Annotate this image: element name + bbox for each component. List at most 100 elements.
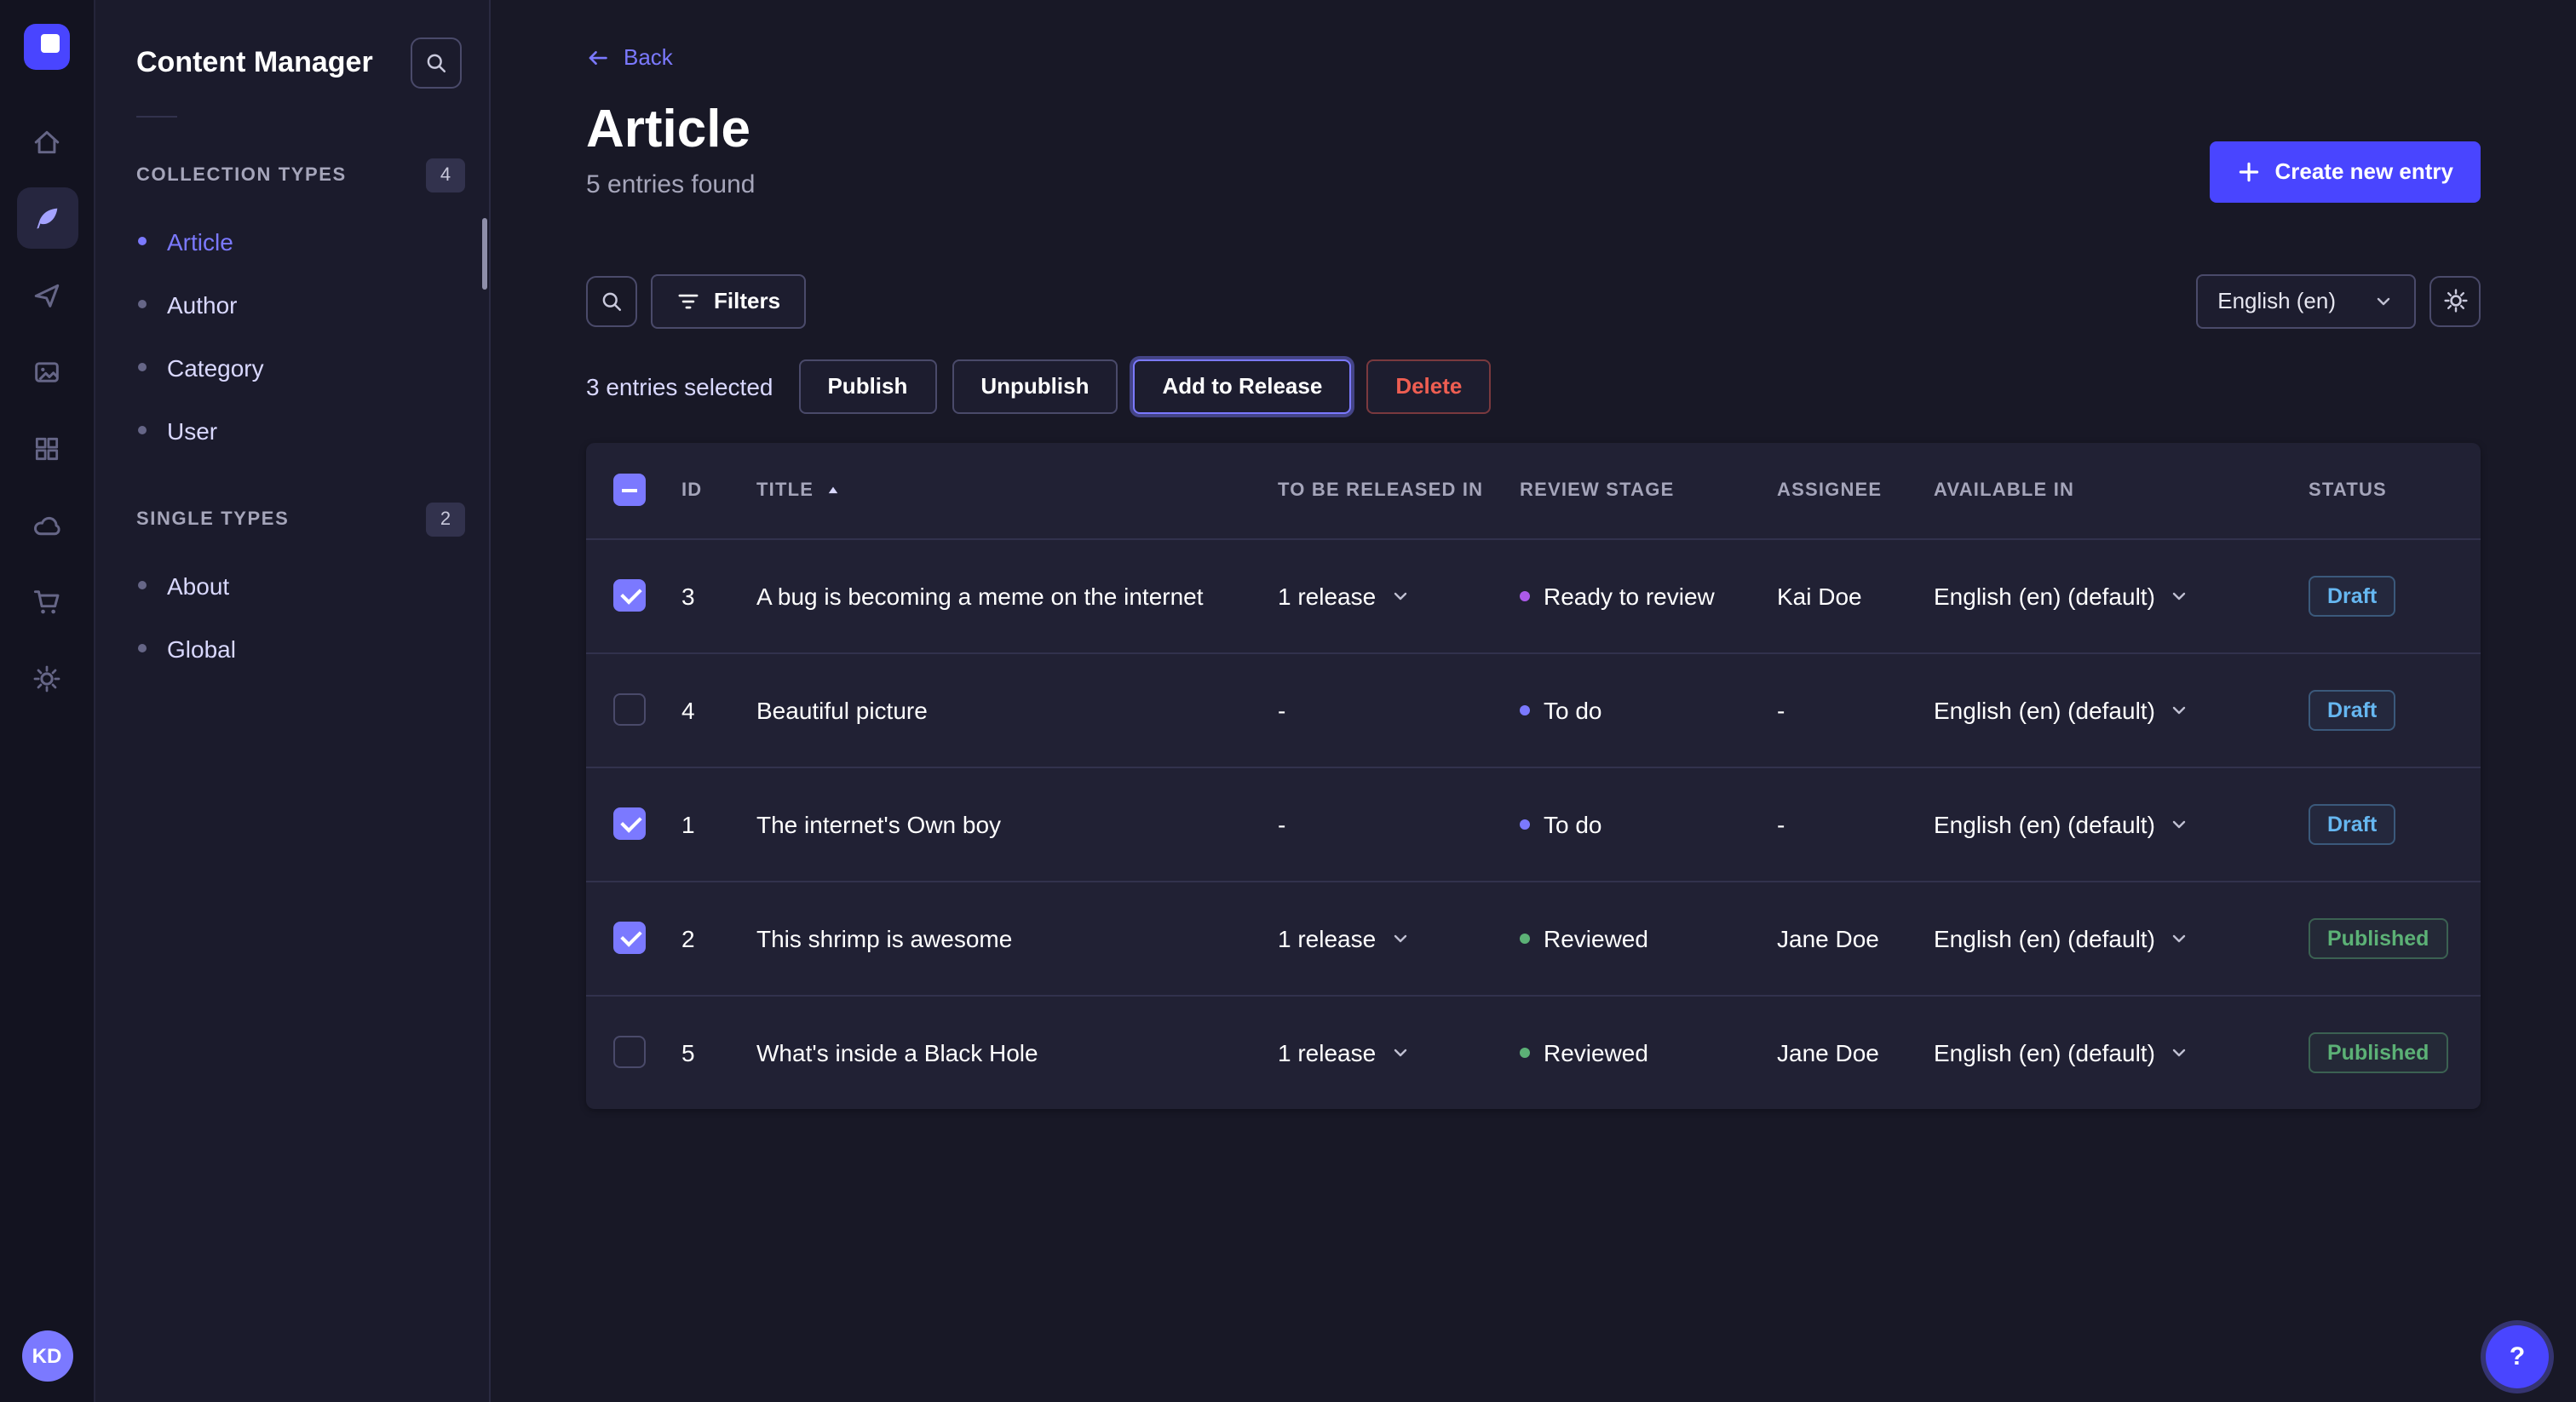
cell-release[interactable]: - [1278,696,1520,723]
selection-bar: 3 entries selected Publish Unpublish Add… [586,359,2481,413]
column-header-id[interactable]: ID [681,480,756,500]
row-checkbox[interactable] [613,1036,646,1068]
toolbar: Filters English (en) [586,273,2481,328]
bullet-icon [138,426,147,434]
cell-review-stage: Reviewed [1520,1038,1777,1066]
cell-locale[interactable]: English (en) (default) [1934,810,2309,837]
cell-locale[interactable]: English (en) (default) [1934,924,2309,951]
cloud-icon[interactable] [16,494,78,555]
search-button[interactable] [586,275,637,326]
main-content: Back Article 5 entries found Create new … [491,0,2576,1402]
cell-review-stage: Ready to review [1520,582,1777,609]
help-button[interactable]: ? [2486,1325,2549,1388]
cell-assignee: - [1777,810,1934,837]
cell-assignee: - [1777,696,1934,723]
table-row[interactable]: 3 A bug is becoming a meme on the intern… [586,537,2481,652]
sidebar-search-button[interactable] [411,37,462,89]
bullet-icon [138,237,147,245]
unpublish-button[interactable]: Unpublish [952,359,1118,413]
cell-title: This shrimp is awesome [756,924,1278,951]
status-badge: Published [2309,1031,2447,1072]
create-entry-button[interactable]: Create new entry [2210,141,2481,202]
stage-dot-icon [1520,819,1530,829]
chevron-down-icon[interactable] [2169,928,2189,948]
sidebar-divider [136,116,177,118]
sidebar-item-global[interactable]: Global [95,617,489,680]
select-all-checkbox[interactable] [613,474,646,506]
marketplace-icon[interactable] [16,571,78,632]
chevron-down-icon[interactable] [2169,813,2189,834]
cell-release[interactable]: 1 release [1278,1038,1520,1066]
cell-title: A bug is becoming a meme on the internet [756,582,1278,609]
table-row[interactable]: 4 Beautiful picture - To do - English (e… [586,652,2481,766]
media-library-icon[interactable] [16,341,78,402]
column-header-available-in[interactable]: AVAILABLE IN [1934,480,2309,500]
chevron-down-icon[interactable] [1389,1042,1410,1062]
content-type-builder-icon[interactable] [16,417,78,479]
chevron-down-icon[interactable] [2169,699,2189,720]
row-checkbox[interactable] [613,693,646,726]
cell-release[interactable]: - [1278,810,1520,837]
cell-title: Beautiful picture [756,696,1278,723]
sidebar-item-author[interactable]: Author [95,273,489,336]
cell-id: 1 [681,810,756,837]
status-badge: Draft [2309,803,2395,844]
chevron-down-icon[interactable] [2169,585,2189,606]
status-badge: Published [2309,917,2447,958]
content-manager-icon[interactable] [16,187,78,249]
chevron-down-icon [2373,290,2394,311]
add-to-release-button[interactable]: Add to Release [1133,359,1351,413]
strapi-logo-icon[interactable] [24,24,70,70]
chevron-down-icon[interactable] [1389,585,1410,606]
back-link[interactable]: Back [586,44,673,70]
plus-icon [2237,159,2261,183]
cell-assignee: Jane Doe [1777,1038,1934,1066]
section-count-badge: 4 [426,158,465,192]
column-header-assignee[interactable]: ASSIGNEE [1777,480,1934,500]
single-types-section: SINGLE TYPES 2 About Global [95,503,489,680]
table-row[interactable]: 2 This shrimp is awesome 1 release Revie… [586,880,2481,994]
publish-button[interactable]: Publish [798,359,936,413]
cell-locale[interactable]: English (en) (default) [1934,696,2309,723]
page-header: Article 5 entries found [586,100,756,202]
section-count-badge: 2 [426,503,465,537]
locale-select[interactable]: English (en) [2195,273,2416,328]
column-header-review-stage[interactable]: REVIEW STAGE [1520,480,1777,500]
row-checkbox[interactable] [613,922,646,954]
column-header-title[interactable]: TITLE [756,480,1278,500]
user-avatar[interactable]: KD [21,1330,72,1382]
status-badge: Draft [2309,575,2395,616]
cell-release[interactable]: 1 release [1278,582,1520,609]
entries-table: ID TITLE TO BE RELEASED IN REVIEW STAGE … [586,442,2481,1108]
stage-dot-icon [1520,933,1530,943]
collection-types-section: COLLECTION TYPES 4 Article Author Catego… [95,158,489,462]
delete-button[interactable]: Delete [1366,359,1491,413]
sidebar-item-category[interactable]: Category [95,336,489,399]
cell-locale[interactable]: English (en) (default) [1934,582,2309,609]
row-checkbox[interactable] [613,579,646,612]
sidebar-item-user[interactable]: User [95,399,489,462]
view-settings-button[interactable] [2429,275,2481,326]
chevron-down-icon[interactable] [1389,928,1410,948]
cell-review-stage: To do [1520,696,1777,723]
cell-id: 4 [681,696,756,723]
cell-id: 5 [681,1038,756,1066]
column-header-status[interactable]: STATUS [2309,480,2481,500]
row-checkbox[interactable] [613,807,646,840]
cell-assignee: Kai Doe [1777,582,1934,609]
cell-release[interactable]: 1 release [1278,924,1520,951]
releases-icon[interactable] [16,264,78,325]
column-header-release[interactable]: TO BE RELEASED IN [1278,480,1520,500]
sidebar-item-article[interactable]: Article [95,210,489,273]
chevron-down-icon[interactable] [2169,1042,2189,1062]
arrow-left-icon [586,45,610,69]
home-icon[interactable] [16,111,78,172]
settings-icon[interactable] [16,647,78,709]
table-row[interactable]: 1 The internet's Own boy - To do - Engli… [586,766,2481,880]
table-row[interactable]: 5 What's inside a Black Hole 1 release R… [586,994,2481,1108]
scrollbar-thumb[interactable] [482,218,487,290]
sidebar-item-about[interactable]: About [95,554,489,617]
main-nav-rail: KD [0,0,95,1402]
cell-locale[interactable]: English (en) (default) [1934,1038,2309,1066]
filters-button[interactable]: Filters [651,273,806,328]
